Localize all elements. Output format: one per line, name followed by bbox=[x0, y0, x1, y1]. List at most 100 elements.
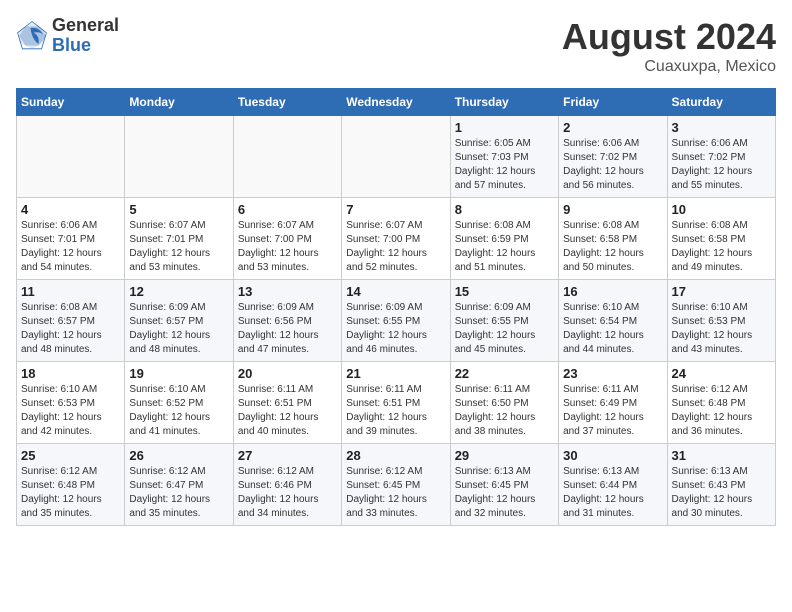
day-info: Sunrise: 6:08 AM Sunset: 6:58 PM Dayligh… bbox=[563, 219, 662, 275]
calendar-cell: 4 Sunrise: 6:06 AM Sunset: 7:01 PM Daylig… bbox=[17, 198, 125, 280]
calendar-cell: 31 Sunrise: 6:13 AM Sunset: 6:43 PM Dayli… bbox=[667, 444, 775, 526]
day-header-friday: Friday bbox=[559, 89, 667, 116]
day-info: Sunrise: 6:12 AM Sunset: 6:48 PM Dayligh… bbox=[21, 465, 120, 521]
calendar-cell: 24 Sunrise: 6:12 AM Sunset: 6:48 PM Dayli… bbox=[667, 362, 775, 444]
week-row-5: 25 Sunrise: 6:12 AM Sunset: 6:48 PM Dayli… bbox=[17, 444, 776, 526]
calendar-cell bbox=[342, 116, 450, 198]
day-info: Sunrise: 6:13 AM Sunset: 6:43 PM Dayligh… bbox=[672, 465, 771, 521]
day-number: 5 bbox=[129, 202, 228, 217]
day-header-sunday: Sunday bbox=[17, 89, 125, 116]
day-info: Sunrise: 6:10 AM Sunset: 6:53 PM Dayligh… bbox=[21, 383, 120, 439]
logo-icon bbox=[16, 20, 48, 52]
day-number: 28 bbox=[346, 448, 445, 463]
calendar-cell: 11 Sunrise: 6:08 AM Sunset: 6:57 PM Dayli… bbox=[17, 280, 125, 362]
calendar-cell: 26 Sunrise: 6:12 AM Sunset: 6:47 PM Dayli… bbox=[125, 444, 233, 526]
day-number: 9 bbox=[563, 202, 662, 217]
calendar-cell: 16Sunrise: 6:10 AM Sunset: 6:54 PM Dayli… bbox=[559, 280, 667, 362]
day-info: Sunrise: 6:10 AM Sunset: 6:52 PM Dayligh… bbox=[129, 383, 228, 439]
calendar-cell: 23Sunrise: 6:11 AM Sunset: 6:49 PM Dayli… bbox=[559, 362, 667, 444]
calendar-cell: 25 Sunrise: 6:12 AM Sunset: 6:48 PM Dayli… bbox=[17, 444, 125, 526]
day-info: Sunrise: 6:09 AM Sunset: 6:57 PM Dayligh… bbox=[129, 301, 228, 357]
day-header-thursday: Thursday bbox=[450, 89, 558, 116]
day-info: Sunrise: 6:11 AM Sunset: 6:49 PM Dayligh… bbox=[563, 383, 662, 439]
page-header: General Blue August 2024 Cuaxuxpa, Mexic… bbox=[16, 16, 776, 76]
calendar-cell: 17 Sunrise: 6:10 AM Sunset: 6:53 PM Dayli… bbox=[667, 280, 775, 362]
day-number: 17 bbox=[672, 284, 771, 299]
calendar-cell: 29 Sunrise: 6:13 AM Sunset: 6:45 PM Dayli… bbox=[450, 444, 558, 526]
day-header-row: SundayMondayTuesdayWednesdayThursdayFrid… bbox=[17, 89, 776, 116]
day-info: Sunrise: 6:05 AM Sunset: 7:03 PM Dayligh… bbox=[455, 137, 554, 193]
day-info: Sunrise: 6:12 AM Sunset: 6:46 PM Dayligh… bbox=[238, 465, 337, 521]
calendar-cell: 7 Sunrise: 6:07 AM Sunset: 7:00 PM Daylig… bbox=[342, 198, 450, 280]
day-header-tuesday: Tuesday bbox=[233, 89, 341, 116]
day-number: 19 bbox=[129, 366, 228, 381]
day-number: 7 bbox=[346, 202, 445, 217]
calendar-cell: 19 Sunrise: 6:10 AM Sunset: 6:52 PM Dayli… bbox=[125, 362, 233, 444]
location: Cuaxuxpa, Mexico bbox=[562, 58, 776, 76]
calendar-cell: 22Sunrise: 6:11 AM Sunset: 6:50 PM Dayli… bbox=[450, 362, 558, 444]
day-info: Sunrise: 6:08 AM Sunset: 6:57 PM Dayligh… bbox=[21, 301, 120, 357]
calendar-cell: 15 Sunrise: 6:09 AM Sunset: 6:55 PM Dayli… bbox=[450, 280, 558, 362]
day-info: Sunrise: 6:09 AM Sunset: 6:55 PM Dayligh… bbox=[455, 301, 554, 357]
calendar-cell: 18 Sunrise: 6:10 AM Sunset: 6:53 PM Dayli… bbox=[17, 362, 125, 444]
calendar-cell bbox=[233, 116, 341, 198]
day-number: 25 bbox=[21, 448, 120, 463]
day-info: Sunrise: 6:09 AM Sunset: 6:55 PM Dayligh… bbox=[346, 301, 445, 357]
week-row-4: 18 Sunrise: 6:10 AM Sunset: 6:53 PM Dayli… bbox=[17, 362, 776, 444]
day-number: 29 bbox=[455, 448, 554, 463]
day-info: Sunrise: 6:08 AM Sunset: 6:59 PM Dayligh… bbox=[455, 219, 554, 275]
logo: General Blue bbox=[16, 16, 119, 56]
day-number: 11 bbox=[21, 284, 120, 299]
day-number: 15 bbox=[455, 284, 554, 299]
calendar-cell: 27 Sunrise: 6:12 AM Sunset: 6:46 PM Dayli… bbox=[233, 444, 341, 526]
calendar-cell: 28 Sunrise: 6:12 AM Sunset: 6:45 PM Dayli… bbox=[342, 444, 450, 526]
logo-text: General Blue bbox=[52, 16, 119, 56]
calendar-cell: 3Sunrise: 6:06 AM Sunset: 7:02 PM Daylig… bbox=[667, 116, 775, 198]
month-year: August 2024 bbox=[562, 16, 776, 58]
day-info: Sunrise: 6:12 AM Sunset: 6:47 PM Dayligh… bbox=[129, 465, 228, 521]
calendar-cell: 1 Sunrise: 6:05 AM Sunset: 7:03 PM Daylig… bbox=[450, 116, 558, 198]
calendar-cell: 5Sunrise: 6:07 AM Sunset: 7:01 PM Daylig… bbox=[125, 198, 233, 280]
day-number: 10 bbox=[672, 202, 771, 217]
calendar-cell: 8 Sunrise: 6:08 AM Sunset: 6:59 PM Daylig… bbox=[450, 198, 558, 280]
calendar-cell: 21 Sunrise: 6:11 AM Sunset: 6:51 PM Dayli… bbox=[342, 362, 450, 444]
day-header-saturday: Saturday bbox=[667, 89, 775, 116]
calendar-cell: 30 Sunrise: 6:13 AM Sunset: 6:44 PM Dayli… bbox=[559, 444, 667, 526]
day-number: 2 bbox=[563, 120, 662, 135]
calendar-cell: 9 Sunrise: 6:08 AM Sunset: 6:58 PM Daylig… bbox=[559, 198, 667, 280]
day-info: Sunrise: 6:10 AM Sunset: 6:53 PM Dayligh… bbox=[672, 301, 771, 357]
day-number: 21 bbox=[346, 366, 445, 381]
day-number: 30 bbox=[563, 448, 662, 463]
day-number: 16 bbox=[563, 284, 662, 299]
day-number: 12 bbox=[129, 284, 228, 299]
day-number: 24 bbox=[672, 366, 771, 381]
calendar-cell bbox=[17, 116, 125, 198]
day-number: 31 bbox=[672, 448, 771, 463]
day-info: Sunrise: 6:11 AM Sunset: 6:51 PM Dayligh… bbox=[346, 383, 445, 439]
day-number: 14 bbox=[346, 284, 445, 299]
calendar-table: SundayMondayTuesdayWednesdayThursdayFrid… bbox=[16, 88, 776, 526]
day-info: Sunrise: 6:06 AM Sunset: 7:01 PM Dayligh… bbox=[21, 219, 120, 275]
day-number: 4 bbox=[21, 202, 120, 217]
title-block: August 2024 Cuaxuxpa, Mexico bbox=[562, 16, 776, 76]
day-number: 18 bbox=[21, 366, 120, 381]
day-info: Sunrise: 6:11 AM Sunset: 6:50 PM Dayligh… bbox=[455, 383, 554, 439]
day-number: 8 bbox=[455, 202, 554, 217]
day-info: Sunrise: 6:13 AM Sunset: 6:44 PM Dayligh… bbox=[563, 465, 662, 521]
day-number: 1 bbox=[455, 120, 554, 135]
day-number: 27 bbox=[238, 448, 337, 463]
calendar-cell bbox=[125, 116, 233, 198]
week-row-2: 4 Sunrise: 6:06 AM Sunset: 7:01 PM Daylig… bbox=[17, 198, 776, 280]
day-info: Sunrise: 6:08 AM Sunset: 6:58 PM Dayligh… bbox=[672, 219, 771, 275]
day-info: Sunrise: 6:12 AM Sunset: 6:45 PM Dayligh… bbox=[346, 465, 445, 521]
day-info: Sunrise: 6:12 AM Sunset: 6:48 PM Dayligh… bbox=[672, 383, 771, 439]
day-number: 6 bbox=[238, 202, 337, 217]
calendar-cell: 12 Sunrise: 6:09 AM Sunset: 6:57 PM Dayli… bbox=[125, 280, 233, 362]
day-info: Sunrise: 6:06 AM Sunset: 7:02 PM Dayligh… bbox=[672, 137, 771, 193]
calendar-cell: 2Sunrise: 6:06 AM Sunset: 7:02 PM Daylig… bbox=[559, 116, 667, 198]
day-info: Sunrise: 6:13 AM Sunset: 6:45 PM Dayligh… bbox=[455, 465, 554, 521]
day-header-monday: Monday bbox=[125, 89, 233, 116]
day-info: Sunrise: 6:07 AM Sunset: 7:00 PM Dayligh… bbox=[346, 219, 445, 275]
day-number: 26 bbox=[129, 448, 228, 463]
calendar-cell: 13Sunrise: 6:09 AM Sunset: 6:56 PM Dayli… bbox=[233, 280, 341, 362]
